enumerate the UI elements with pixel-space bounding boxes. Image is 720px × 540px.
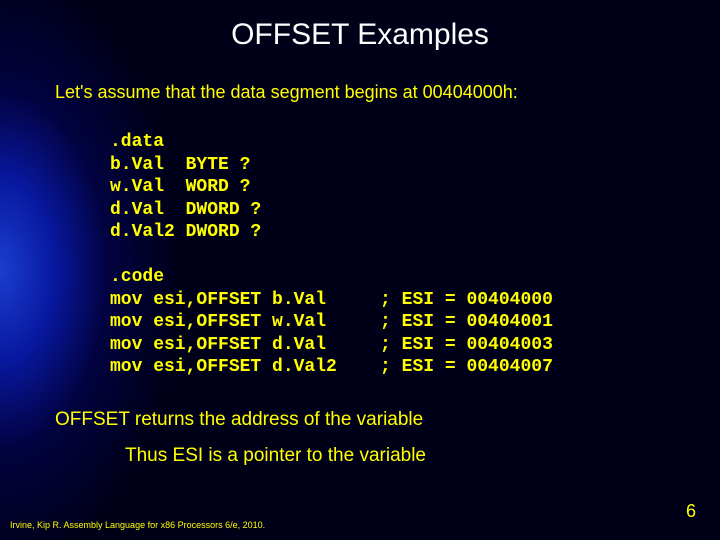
summary-line-2: Thus ESI is a pointer to the variable <box>125 445 720 467</box>
code-block: .data b.Val BYTE ? w.Val WORD ? d.Val DW… <box>110 131 720 379</box>
page-number: 6 <box>686 501 696 522</box>
citation-footer: Irvine, Kip R. Assembly Language for x86… <box>10 520 265 530</box>
intro-text: Let's assume that the data segment begin… <box>55 82 720 103</box>
summary-line-1: OFFSET returns the address of the variab… <box>55 409 720 431</box>
slide-title: OFFSET Examples <box>0 0 720 52</box>
